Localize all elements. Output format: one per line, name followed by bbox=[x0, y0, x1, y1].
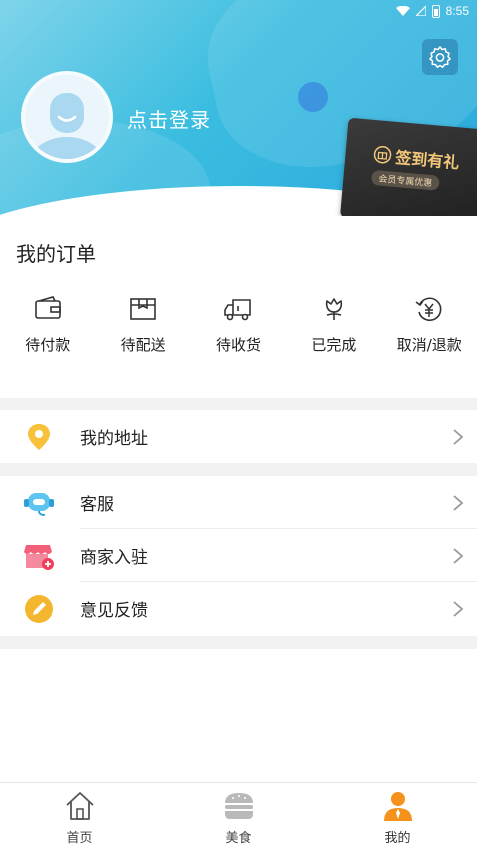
menu-item-label: 我的地址 bbox=[80, 429, 148, 449]
default-avatar-icon bbox=[25, 75, 109, 159]
menu-item-label: 客服 bbox=[80, 495, 114, 515]
orders-title: 我的订单 bbox=[16, 242, 96, 266]
section-divider bbox=[0, 463, 477, 476]
order-refund[interactable]: 取消/退款 bbox=[382, 294, 477, 355]
customer-service-icon bbox=[23, 487, 55, 519]
tab-food[interactable]: 美食 bbox=[159, 783, 318, 849]
user-icon bbox=[383, 792, 412, 821]
tab-mine[interactable]: 我的 bbox=[318, 783, 477, 849]
tab-label: 首页 bbox=[66, 831, 93, 846]
menu-item-merchant-join[interactable]: 商家入驻 bbox=[0, 529, 477, 582]
signal-icon bbox=[415, 6, 426, 16]
order-label: 待付款 bbox=[25, 336, 71, 354]
status-time: 8:55 bbox=[445, 4, 469, 18]
chevron-right-icon bbox=[453, 494, 464, 511]
section-divider bbox=[0, 636, 477, 649]
menu-item-address[interactable]: 我的地址 bbox=[0, 410, 477, 463]
signin-subtitle: 会员专属优惠 bbox=[370, 169, 440, 191]
chevron-right-icon bbox=[453, 428, 464, 445]
order-label: 待配送 bbox=[120, 336, 166, 354]
gift-icon bbox=[373, 145, 392, 164]
header-decoration-dot bbox=[298, 82, 328, 112]
order-pending-receipt[interactable]: 待收货 bbox=[191, 294, 286, 355]
wallet-icon bbox=[34, 296, 61, 319]
menu-item-feedback[interactable]: 意见反馈 bbox=[0, 582, 477, 635]
login-link[interactable]: 点击登录 bbox=[127, 104, 211, 133]
settings-button[interactable] bbox=[422, 39, 458, 75]
truck-icon bbox=[224, 299, 252, 321]
pencil-icon bbox=[23, 593, 55, 625]
store-icon bbox=[23, 540, 55, 572]
order-completed[interactable]: 已完成 bbox=[286, 294, 381, 355]
menu-item-customer-service[interactable]: 客服 bbox=[0, 476, 477, 529]
chevron-right-icon bbox=[453, 600, 464, 617]
box-icon bbox=[130, 298, 156, 320]
menu-item-label: 商家入驻 bbox=[80, 548, 148, 568]
order-pending-payment[interactable]: 待付款 bbox=[0, 294, 95, 355]
order-label: 已完成 bbox=[311, 336, 357, 354]
order-label: 取消/退款 bbox=[396, 336, 462, 354]
avatar[interactable] bbox=[21, 71, 113, 163]
location-pin-icon bbox=[23, 421, 55, 453]
refund-icon bbox=[415, 297, 442, 321]
chevron-right-icon bbox=[453, 547, 464, 564]
orders-row: 待付款 待配送 待收货 已完成 取消/退款 bbox=[0, 294, 477, 355]
tab-label: 我的 bbox=[384, 831, 411, 846]
profile-screen: 8:55 点击登录 签到有礼 会员专属优惠 我的订单 待付款 待配送 待收货 已… bbox=[0, 0, 477, 849]
wifi-icon bbox=[395, 6, 410, 16]
status-bar: 8:55 bbox=[395, 2, 469, 20]
signin-title: 签到有礼 bbox=[394, 147, 460, 173]
burger-icon bbox=[224, 793, 253, 819]
profile-header: 8:55 点击登录 签到有礼 会员专属优惠 bbox=[0, 0, 477, 216]
tab-home[interactable]: 首页 bbox=[0, 783, 159, 849]
order-pending-delivery[interactable]: 待配送 bbox=[95, 294, 190, 355]
menu-group-address: 我的地址 bbox=[0, 410, 477, 463]
menu-item-label: 意见反馈 bbox=[80, 601, 148, 621]
order-label: 待收货 bbox=[215, 336, 261, 354]
tab-label: 美食 bbox=[225, 831, 252, 846]
battery-icon bbox=[431, 4, 440, 18]
gear-icon bbox=[429, 46, 451, 69]
bottom-tab-bar: 首页 美食 我的 bbox=[0, 782, 477, 849]
section-divider bbox=[0, 398, 477, 410]
flower-icon bbox=[325, 298, 342, 320]
signin-title-row: 签到有礼 bbox=[373, 142, 461, 173]
signin-reward-card[interactable]: 签到有礼 会员专属优惠 bbox=[339, 117, 477, 216]
menu-group-services: 客服 商家入驻 意见反馈 bbox=[0, 476, 477, 635]
home-icon bbox=[65, 792, 94, 820]
